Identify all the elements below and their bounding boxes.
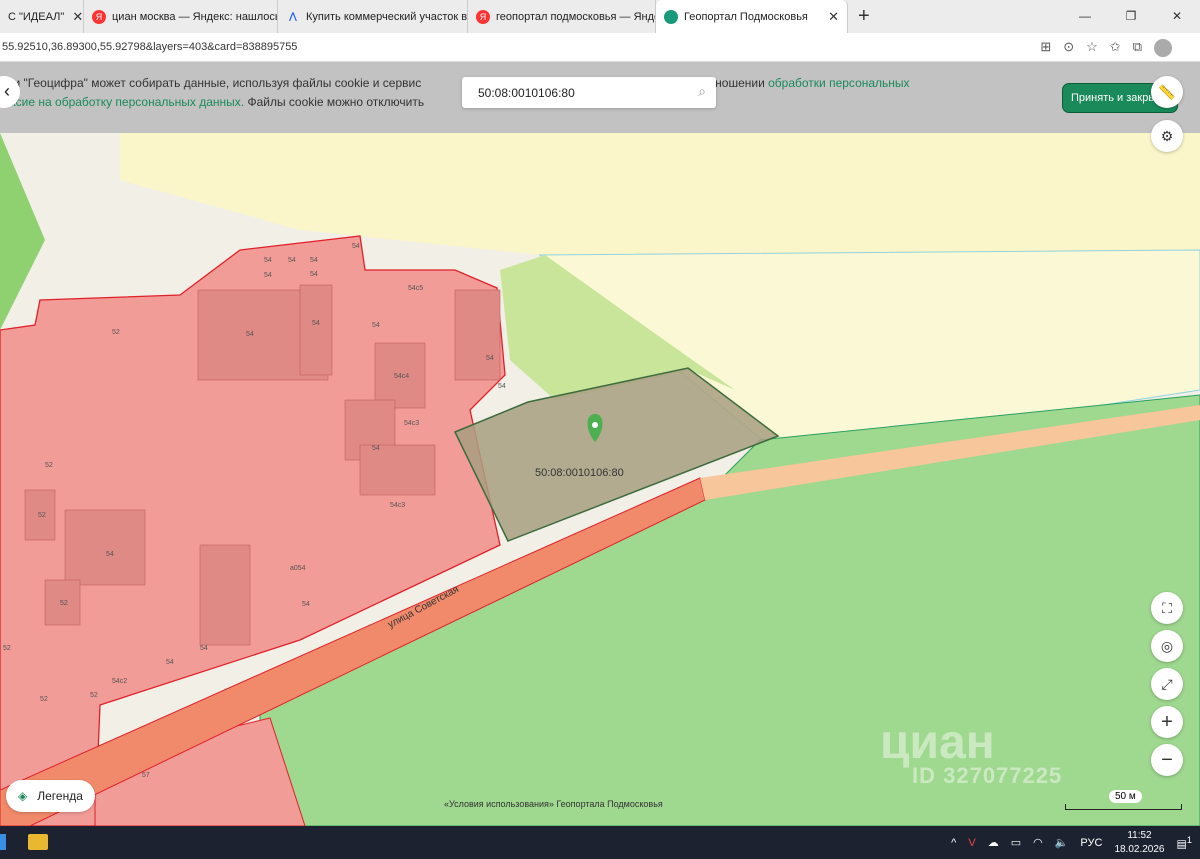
close-tab-icon[interactable]: ✕: [64, 9, 83, 25]
tab-title: циан москва — Яндекс: нашлось: [112, 10, 278, 23]
svg-text:54: 54: [486, 355, 494, 362]
consent-link[interactable]: ласие на обработку персональных данных.: [2, 95, 244, 109]
tray-chevron-icon[interactable]: ^: [951, 837, 956, 849]
svg-text:52: 52: [60, 600, 68, 607]
app-tray-icon[interactable]: V: [968, 837, 975, 849]
clock[interactable]: 11:52 18.02.2026: [1114, 829, 1164, 857]
scale-label: 50 м: [1109, 790, 1142, 803]
svg-text:54: 54: [312, 320, 320, 327]
file-explorer-icon[interactable]: [28, 834, 48, 850]
svg-text:54: 54: [288, 257, 296, 264]
map-canvas[interactable]: 50:08:0010106:80 улица Советская 54 54 54 …: [0, 62, 1200, 826]
svg-text:54: 54: [166, 659, 174, 666]
start-icon[interactable]: [0, 834, 6, 850]
maximize-button[interactable]: ❐: [1108, 0, 1154, 33]
tab-title: Купить коммерческий участок в: [306, 10, 468, 23]
privacy-link[interactable]: обработки персональных: [768, 76, 909, 90]
map-layers: 50:08:0010106:80 улица Советская 54 54 54 …: [0, 62, 1200, 826]
svg-text:54: 54: [310, 257, 318, 264]
collections-icon[interactable]: ⧉: [1133, 39, 1142, 57]
tab-bar: С "ИДЕАЛ" ✕ Яциан москва — Яндекс: нашлос…: [0, 0, 1200, 33]
svg-text:52: 52: [38, 512, 46, 519]
geolocation-icon[interactable]: ◎: [1151, 630, 1183, 662]
svg-text:54: 54: [246, 331, 254, 338]
svg-text:54c2: 54c2: [112, 678, 127, 685]
svg-text:54: 54: [264, 272, 272, 279]
meet-icon[interactable]: ▭: [1011, 836, 1021, 849]
svg-text:54c4: 54c4: [394, 373, 409, 380]
svg-text:54: 54: [302, 601, 310, 608]
favorite-star-icon[interactable]: ☆: [1086, 39, 1098, 57]
notifications-icon[interactable]: ▤1: [1177, 835, 1193, 851]
apps-icon[interactable]: ⊞: [1040, 39, 1051, 57]
svg-text:54c3: 54c3: [404, 420, 419, 427]
svg-text:54c5: 54c5: [408, 285, 423, 292]
cookie-text: сти "Геоцифра" может собирать данные, ис…: [2, 76, 422, 90]
tab[interactable]: Ягеопортал подмосковья — Яндекс✕: [468, 0, 656, 33]
yandex-icon: Я: [476, 9, 490, 24]
svg-text:52: 52: [45, 462, 53, 469]
tab-title: С "ИДЕАЛ": [8, 10, 65, 23]
fullscreen-icon[interactable]: ⛶: [1151, 592, 1183, 624]
fit-extent-icon[interactable]: ⤢: [1151, 668, 1183, 700]
svg-text:54: 54: [352, 243, 360, 250]
yandex-icon: Я: [92, 9, 106, 24]
legend-label: Легенда: [37, 789, 83, 803]
layers-icon: ◈: [18, 789, 28, 803]
search-icon[interactable]: ⌕: [698, 83, 706, 100]
search-value: 50:08:0010106:80: [478, 86, 575, 100]
language-indicator[interactable]: РУС: [1080, 837, 1102, 849]
svg-text:54: 54: [264, 257, 272, 264]
svg-text:52: 52: [90, 692, 98, 699]
minimize-button[interactable]: —: [1062, 0, 1108, 33]
close-window-button[interactable]: ✕: [1154, 0, 1200, 33]
svg-text:52: 52: [112, 329, 120, 336]
watermark-logo: циан: [880, 716, 995, 769]
cian-icon: ⋀: [289, 11, 297, 21]
zoom-in-button[interactable]: +: [1151, 706, 1183, 738]
volume-icon[interactable]: 🔈: [1055, 836, 1069, 849]
wifi-icon[interactable]: ◠: [1033, 836, 1043, 849]
search-input[interactable]: 50:08:0010106:80 ⌕: [462, 77, 716, 108]
tab-title: Геопортал Подмосковья: [684, 10, 808, 23]
svg-text:54: 54: [372, 445, 380, 452]
tab[interactable]: ⋀Купить коммерческий участок в✕: [278, 0, 468, 33]
terms-link[interactable]: «Условия использования» Геопортала Подмо…: [444, 799, 663, 809]
cookie-text: Файлы cookie можно отключить: [244, 95, 425, 109]
address-bar[interactable]: 55.92510,36.89300,55.92798&layers=403&ca…: [0, 33, 1200, 62]
svg-text:52: 52: [40, 696, 48, 703]
svg-text:54: 54: [310, 271, 318, 278]
tab[interactable]: Яциан москва — Яндекс: нашлось✕: [84, 0, 278, 33]
svg-text:57: 57: [142, 772, 150, 779]
svg-text:54: 54: [372, 322, 380, 329]
layers-settings-icon[interactable]: ⚙: [1151, 120, 1183, 152]
svg-text:54: 54: [106, 551, 114, 558]
ruler-icon[interactable]: 📏: [1151, 76, 1183, 108]
reader-icon[interactable]: ⊙: [1063, 39, 1074, 57]
taskbar: ^ V ☁ ▭ ◠ 🔈 РУС 11:52 18.02.2026 ▤1: [0, 826, 1200, 859]
svg-text:52: 52: [3, 645, 11, 652]
legend-button[interactable]: ◈ Легенда: [6, 780, 95, 812]
tab-title: геопортал подмосковья — Яндекс: [496, 10, 656, 23]
onedrive-icon[interactable]: ☁: [988, 836, 999, 849]
close-tab-icon[interactable]: ✕: [820, 9, 839, 25]
favorites-icon[interactable]: ✩: [1110, 39, 1121, 57]
svg-text:54: 54: [200, 645, 208, 652]
tab[interactable]: С "ИДЕАЛ" ✕: [0, 0, 84, 33]
svg-text:a054: a054: [290, 565, 306, 572]
url-text[interactable]: 55.92510,36.89300,55.92798&layers=403&ca…: [0, 41, 297, 53]
svg-text:54c3: 54c3: [390, 502, 405, 509]
zoom-out-button[interactable]: −: [1151, 744, 1183, 776]
geoportal-icon: [664, 9, 678, 24]
profile-avatar[interactable]: [1154, 39, 1172, 57]
svg-text:54: 54: [498, 383, 506, 390]
watermark-id: ID 327077225: [912, 763, 1063, 788]
new-tab-button[interactable]: +: [848, 5, 880, 28]
tab-active[interactable]: Геопортал Подмосковья ✕: [656, 0, 848, 33]
selected-parcel-label: 50:08:0010106:80: [535, 467, 624, 479]
